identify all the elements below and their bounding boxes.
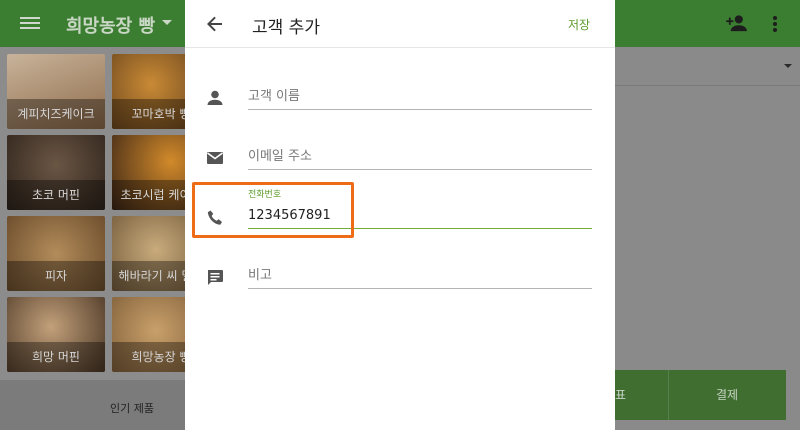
note-input[interactable]	[248, 263, 592, 287]
customer-name-field[interactable]	[248, 80, 592, 110]
receipt-button[interactable]: 표	[615, 370, 668, 420]
note-field[interactable]	[248, 259, 592, 289]
field-underline	[248, 228, 592, 229]
product-grid: 계피치즈케이크 꼬마호박 빵 초코 머핀 초코시럽 케이크 피자 해바라기 씨 …	[0, 47, 210, 380]
store-name[interactable]: 희망농장 빵	[66, 12, 155, 38]
product-label: 피자	[7, 261, 105, 291]
product-tile[interactable]: 초코 머핀	[7, 135, 105, 210]
divider	[615, 85, 800, 86]
chevron-down-icon[interactable]	[784, 64, 792, 68]
comment-icon	[208, 270, 223, 285]
email-field[interactable]	[248, 140, 592, 170]
more-vert-icon[interactable]	[773, 16, 777, 32]
dialog-header: 고객 추가 저장	[185, 0, 615, 48]
email-icon	[207, 152, 223, 164]
product-tile[interactable]: 피자	[7, 216, 105, 291]
receipt-button-label: 표	[615, 388, 627, 402]
phone-field[interactable]	[248, 199, 592, 229]
chevron-down-icon[interactable]	[162, 20, 172, 25]
product-tile[interactable]: 계피치즈케이크	[7, 54, 105, 129]
tab-popular-label: 인기 제품	[110, 402, 154, 415]
add-customer-dialog: 고객 추가 저장 전화번호	[185, 0, 615, 430]
menu-icon[interactable]	[20, 14, 40, 32]
dialog-title: 고객 추가	[252, 18, 320, 38]
phone-icon	[207, 210, 222, 225]
arrow-back-icon[interactable]	[205, 14, 225, 34]
phone-input[interactable]	[248, 203, 592, 227]
field-underline	[248, 288, 592, 289]
product-label: 초코 머핀	[7, 180, 105, 210]
field-underline	[248, 169, 592, 170]
customer-name-input[interactable]	[248, 84, 592, 108]
field-underline	[248, 109, 592, 110]
product-label: 계피치즈케이크	[7, 99, 105, 129]
save-button[interactable]: 저장	[568, 16, 590, 33]
add-person-icon[interactable]	[726, 14, 748, 32]
pay-button-label: 결제	[716, 388, 739, 402]
person-icon	[207, 90, 223, 105]
product-tile[interactable]: 희망 머핀	[7, 297, 105, 372]
email-input[interactable]	[248, 144, 592, 168]
product-label: 희망 머핀	[7, 342, 105, 372]
tab-popular[interactable]: 인기 제품	[0, 380, 185, 430]
pay-button[interactable]: 결제	[668, 370, 786, 420]
